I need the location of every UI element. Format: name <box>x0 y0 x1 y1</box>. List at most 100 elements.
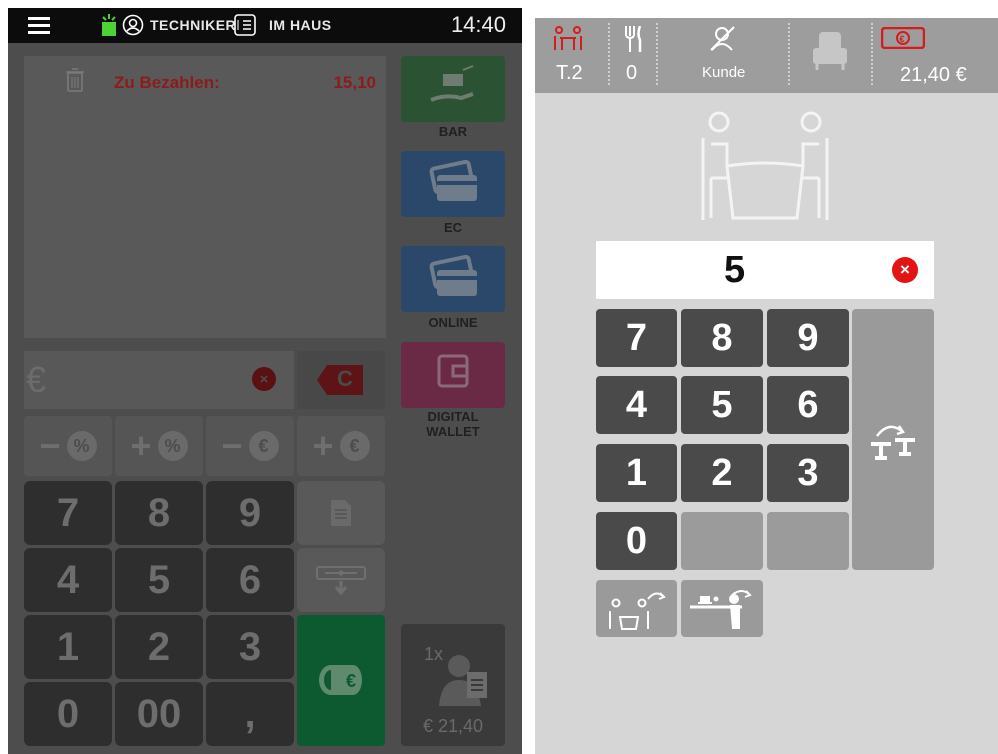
divider <box>656 23 658 85</box>
seat-icon <box>811 30 849 72</box>
due-label: Zu Bezahlen: <box>114 73 220 92</box>
change-table-button[interactable] <box>852 309 934 570</box>
key-7[interactable]: 7 <box>596 309 677 367</box>
key-3[interactable]: 3 <box>767 444 849 502</box>
cash-roll-icon: € <box>319 665 362 695</box>
key-3[interactable]: 3 <box>206 615 294 679</box>
modifier-symbol: € <box>339 431 370 461</box>
key-1[interactable]: 1 <box>596 444 677 502</box>
clear-label: C <box>337 366 353 391</box>
order-amount: 21,40 € <box>900 64 967 86</box>
pay-ec-button[interactable] <box>401 151 505 217</box>
table-number: T.2 <box>556 62 583 84</box>
modifier-symbol: € <box>248 431 279 461</box>
key-4[interactable]: 4 <box>24 548 112 612</box>
key-blank <box>681 512 763 570</box>
key-1[interactable]: 1 <box>24 615 112 679</box>
pay-wallet-button[interactable] <box>401 342 505 408</box>
move-guests-button[interactable] <box>596 580 677 637</box>
cash-icon: € <box>880 26 926 50</box>
customer-label: Kunde <box>702 64 746 81</box>
divider <box>788 23 790 85</box>
key-8[interactable]: 8 <box>681 309 763 367</box>
currency-symbol: € <box>26 359 47 400</box>
list-icon <box>234 14 256 36</box>
pay-bar-label: BAR <box>438 124 468 139</box>
modifier-sign: − <box>39 425 61 466</box>
clear-input-icon[interactable]: × <box>252 367 276 391</box>
due-value: 15,10 <box>333 73 376 92</box>
pay-online-button[interactable] <box>401 246 505 312</box>
customer-bill-button[interactable]: 1x € 21,40 <box>401 624 505 746</box>
cash-hand-icon <box>430 65 474 102</box>
modifier-sign: + <box>130 425 152 466</box>
table-illustration-icon <box>693 108 837 226</box>
table-header: T.2 0 Kunde € 21,40 € <box>535 18 998 93</box>
plus-euro-button[interactable]: + € <box>297 416 385 476</box>
key-blank <box>767 512 849 570</box>
app-root: TECHNIKER IM HAUS 14:40 Zu Bezahlen: 15,… <box>0 0 998 754</box>
plus-percent-button[interactable]: +% <box>115 416 203 476</box>
move-guests-icon <box>608 591 666 630</box>
table-number-input[interactable]: 5 × <box>596 241 934 299</box>
customer-bill-icon <box>439 655 487 706</box>
minus-percent-button[interactable]: −% <box>24 416 112 476</box>
trash-icon[interactable] <box>66 68 84 92</box>
location-label: IM HAUS <box>269 17 332 33</box>
pay-bar-button[interactable] <box>401 56 505 122</box>
clear-button[interactable]: C <box>297 351 385 409</box>
top-bar: TECHNIKER IM HAUS 14:40 <box>8 8 522 43</box>
key-comma[interactable]: , <box>206 682 294 746</box>
change-table-icon <box>871 424 915 460</box>
user-icon <box>122 14 144 36</box>
user-label: TECHNIKER <box>150 17 237 33</box>
pay-ec-label: EC <box>443 220 463 235</box>
move-items-button[interactable] <box>681 580 763 637</box>
pay-wallet-label: DIGITAL WALLET <box>426 409 480 439</box>
svg-text:€: € <box>346 671 356 691</box>
divider <box>608 23 610 85</box>
clear-input-icon[interactable]: × <box>892 257 918 283</box>
alarm-icon <box>100 14 118 36</box>
receipt-button[interactable] <box>297 481 385 545</box>
modifier-sign: − <box>221 425 243 466</box>
drawer-button[interactable] <box>297 548 385 612</box>
key-7[interactable]: 7 <box>24 481 112 545</box>
move-items-icon <box>690 589 752 629</box>
key-6[interactable]: 6 <box>767 376 849 434</box>
guest-count: 0 <box>626 62 638 84</box>
cutlery-icon <box>623 25 643 52</box>
key-0[interactable]: 0 <box>596 512 677 570</box>
receipt-icon <box>331 500 351 526</box>
pay-online-label: ONLINE <box>428 315 478 330</box>
no-customer-icon <box>708 24 736 52</box>
customer-total: € 21,40 <box>423 716 484 736</box>
key-2[interactable]: 2 <box>115 615 203 679</box>
order-summary-panel: Zu Bezahlen: 15,10 <box>24 56 386 338</box>
svg-text:€: € <box>900 34 905 44</box>
menu-icon[interactable] <box>28 17 50 35</box>
modifier-symbol: % <box>66 431 97 461</box>
key-2[interactable]: 2 <box>681 444 763 502</box>
key-00[interactable]: 00 <box>115 682 203 746</box>
key-5[interactable]: 5 <box>681 376 763 434</box>
pay-confirm-button[interactable]: € <box>297 615 385 746</box>
key-6[interactable]: 6 <box>206 548 294 612</box>
key-0[interactable]: 0 <box>24 682 112 746</box>
key-4[interactable]: 4 <box>596 376 677 434</box>
key-5[interactable]: 5 <box>115 548 203 612</box>
minus-euro-button[interactable]: − € <box>206 416 294 476</box>
input-value: 5 <box>724 249 746 291</box>
key-9[interactable]: 9 <box>767 309 849 367</box>
table-icon <box>552 26 584 52</box>
modifier-sign: + <box>312 425 334 466</box>
key-9[interactable]: 9 <box>206 481 294 545</box>
wallet-icon <box>437 354 469 388</box>
drawer-icon <box>316 566 366 596</box>
divider <box>871 23 873 85</box>
key-8[interactable]: 8 <box>115 481 203 545</box>
card-icon <box>429 254 477 296</box>
amount-input[interactable]: € × <box>24 351 294 409</box>
card-icon <box>429 159 477 201</box>
clock: 14:40 <box>450 12 506 37</box>
